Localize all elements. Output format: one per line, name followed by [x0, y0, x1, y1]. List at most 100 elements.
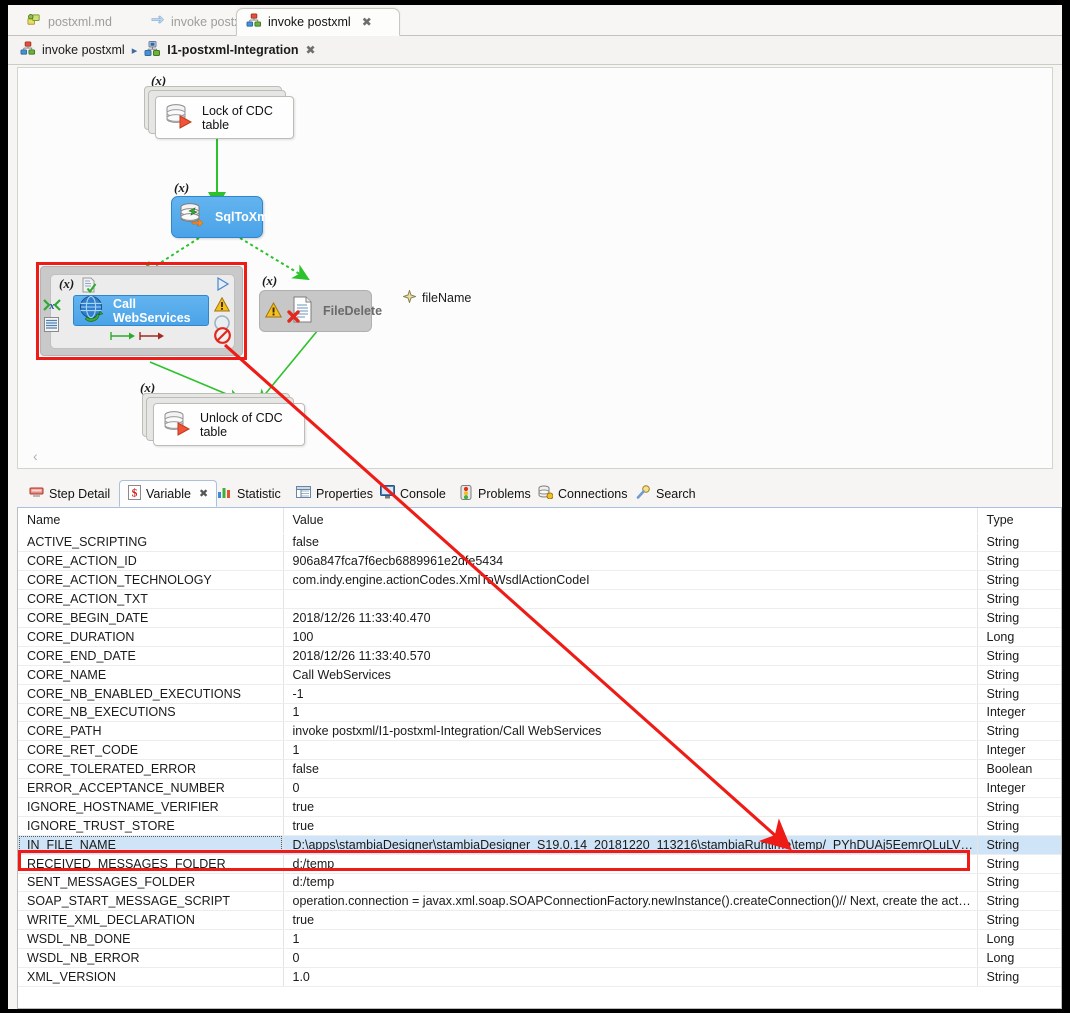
tab-connections[interactable]: Connections — [530, 480, 636, 507]
cell-variable-name: SENT_MESSAGES_FOLDER — [18, 873, 283, 892]
table-row[interactable]: CORE_ACTION_TECHNOLOGYcom.indy.engine.ac… — [18, 571, 1062, 590]
tab-step-detail[interactable]: Step Detail — [21, 480, 118, 507]
cell-variable-type: String — [977, 665, 1062, 684]
table-row[interactable]: WSDL_NB_ERROR0Long — [18, 949, 1062, 968]
table-row[interactable]: CORE_END_DATE2018/12/26 11:33:40.570Stri… — [18, 646, 1062, 665]
cell-variable-value: 0 — [283, 779, 977, 798]
table-row[interactable]: XML_VERSION1.0String — [18, 967, 1062, 986]
node-sqltoxml[interactable]: SqlToXml — [171, 196, 263, 238]
cell-variable-type: String — [977, 892, 1062, 911]
cell-variable-value: com.indy.engine.actionCodes.XmlToWsdlAct… — [283, 571, 977, 590]
cell-variable-type: String — [977, 571, 1062, 590]
table-row[interactable]: SENT_MESSAGES_FOLDERd:/tempString — [18, 873, 1062, 892]
eclipse-window: postxml.md invoke postxml invoke postxml — [8, 5, 1062, 1009]
table-row[interactable]: WSDL_NB_DONE1Long — [18, 930, 1062, 949]
cell-variable-type: Boolean — [977, 760, 1062, 779]
warning-icon — [214, 297, 230, 315]
variable-table[interactable]: Name Value Type ACTIVE_SCRIPTINGfalseStr… — [17, 508, 1062, 1009]
tab-label: Properties — [316, 487, 373, 501]
cell-variable-name: CORE_BEGIN_DATE — [18, 609, 283, 628]
database-play-icon — [164, 103, 194, 133]
table-row[interactable]: CORE_NAMECall WebServicesString — [18, 665, 1062, 684]
cell-variable-type: String — [977, 684, 1062, 703]
document-check-icon — [81, 277, 97, 296]
table-row[interactable]: CORE_NB_ENABLED_EXECUTIONS-1String — [18, 684, 1062, 703]
cell-variable-type: Long — [977, 930, 1062, 949]
tab-label: Console — [400, 487, 446, 501]
table-row[interactable]: RECEIVED_MESSAGES_FOLDERd:/tempString — [18, 854, 1062, 873]
tab-statistic[interactable]: Statistic — [209, 480, 289, 507]
process-diagram-canvas[interactable]: (x) Lock of CDC table (x) — [17, 67, 1053, 469]
canvas-scroll-left-indicator[interactable]: ‹ — [33, 448, 38, 464]
cell-variable-name: WSDL_NB_DONE — [18, 930, 283, 949]
table-row[interactable]: CORE_PATHinvoke postxml/I1-postxml-Integ… — [18, 722, 1062, 741]
step-detail-icon — [29, 485, 44, 502]
cell-variable-value: true — [283, 797, 977, 816]
cell-variable-name: CORE_DURATION — [18, 627, 283, 646]
table-row[interactable]: CORE_NB_EXECUTIONS1Integer — [18, 703, 1062, 722]
table-row[interactable]: ACTIVE_SCRIPTINGfalseString — [18, 533, 1062, 552]
globe-refresh-icon — [78, 295, 108, 327]
connections-icon — [538, 485, 553, 502]
tab-label: Step Detail — [49, 487, 110, 501]
table-row[interactable]: WRITE_XML_DECLARATIONtrueString — [18, 911, 1062, 930]
table-row[interactable]: CORE_BEGIN_DATE2018/12/26 11:33:40.470St… — [18, 609, 1062, 628]
table-row[interactable]: CORE_ACTION_ID906a847fca7f6ecb6889961e2d… — [18, 552, 1062, 571]
tab-variable[interactable]: $ Variable ✖ — [119, 480, 217, 507]
problems-icon — [459, 485, 473, 503]
cell-variable-name: CORE_ACTION_TXT — [18, 590, 283, 609]
file-delete-icon — [286, 295, 319, 328]
table-row[interactable]: ERROR_ACCEPTANCE_NUMBER0Integer — [18, 779, 1062, 798]
free-label-filename[interactable]: fileName — [403, 290, 471, 306]
tab-console[interactable]: Console — [372, 480, 454, 507]
tab-properties[interactable]: Properties — [288, 480, 381, 507]
diamond-icon — [403, 290, 416, 306]
node-unlock-of-cdc-table[interactable]: Unlock of CDC table — [142, 393, 292, 446]
database-play-icon — [162, 410, 192, 440]
table-row[interactable]: CORE_DURATION100Long — [18, 627, 1062, 646]
tab-label: Statistic — [237, 487, 281, 501]
close-icon[interactable]: ✖ — [362, 15, 372, 29]
svg-text:$: $ — [132, 486, 138, 499]
cell-variable-type: String — [977, 911, 1062, 930]
node-call-webservices[interactable]: Call WebServices — [73, 295, 209, 326]
run-triangle-icon[interactable] — [216, 277, 229, 294]
tab-search[interactable]: Search — [628, 480, 704, 507]
column-header-value[interactable]: Value — [283, 508, 977, 533]
table-row[interactable]: SOAP_START_MESSAGE_SCRIPToperation.conne… — [18, 892, 1062, 911]
column-header-name[interactable]: Name — [18, 508, 283, 533]
table-row[interactable]: IN_FILE_NAMED:\apps\stambiaDesigner\stam… — [18, 835, 1062, 854]
cell-variable-name: CORE_RET_CODE — [18, 741, 283, 760]
editor-tab-invoke-postxml-2[interactable]: invoke postxml ✖ — [236, 8, 400, 36]
column-header-type[interactable]: Type — [977, 508, 1062, 533]
node-lock-of-cdc-table[interactable]: Lock of CDC table — [144, 86, 294, 139]
cell-variable-type: Integer — [977, 779, 1062, 798]
close-icon[interactable]: ✖ — [305, 43, 315, 57]
table-row[interactable]: CORE_ACTION_TXTString — [18, 590, 1062, 609]
tab-label: Search — [656, 487, 696, 501]
cell-variable-type: String — [977, 797, 1062, 816]
table-row[interactable]: IGNORE_TRUST_STOREtrueString — [18, 816, 1062, 835]
table-row[interactable]: IGNORE_HOSTNAME_VERIFIERtrueString — [18, 797, 1062, 816]
editor-tab-postxml-md[interactable]: postxml.md — [18, 8, 128, 36]
card-front: Unlock of CDC table — [153, 403, 305, 446]
forbidden-icon — [214, 327, 231, 347]
table-row[interactable]: CORE_TOLERATED_ERRORfalseBoolean — [18, 760, 1062, 779]
breadcrumb-current[interactable]: I1-postxml-Integration — [144, 41, 298, 60]
node-filedelete[interactable]: FileDelete — [259, 290, 372, 332]
cell-variable-value: 1.0 — [283, 967, 977, 986]
tab-label: Connections — [558, 487, 628, 501]
cell-variable-name: CORE_ACTION_ID — [18, 552, 283, 571]
cell-variable-value: invoke postxml/I1-postxml-Integration/Ca… — [283, 722, 977, 741]
close-icon[interactable]: ✖ — [199, 487, 208, 500]
table-row[interactable]: CORE_RET_CODE1Integer — [18, 741, 1062, 760]
cell-variable-value: 2018/12/26 11:33:40.470 — [283, 609, 977, 628]
breadcrumb-root[interactable]: invoke postxml — [20, 41, 125, 59]
cell-variable-name: IN_FILE_NAME — [18, 835, 283, 854]
tab-problems[interactable]: Problems — [451, 480, 539, 507]
cell-variable-value: 1 — [283, 703, 977, 722]
breadcrumb: invoke postxml ▸ I1-postxml-Integration … — [8, 36, 1062, 65]
cell-variable-name: CORE_NB_ENABLED_EXECUTIONS — [18, 684, 283, 703]
cell-variable-name: CORE_ACTION_TECHNOLOGY — [18, 571, 283, 590]
node-call-webservices-container[interactable]: (x) — [40, 266, 243, 356]
